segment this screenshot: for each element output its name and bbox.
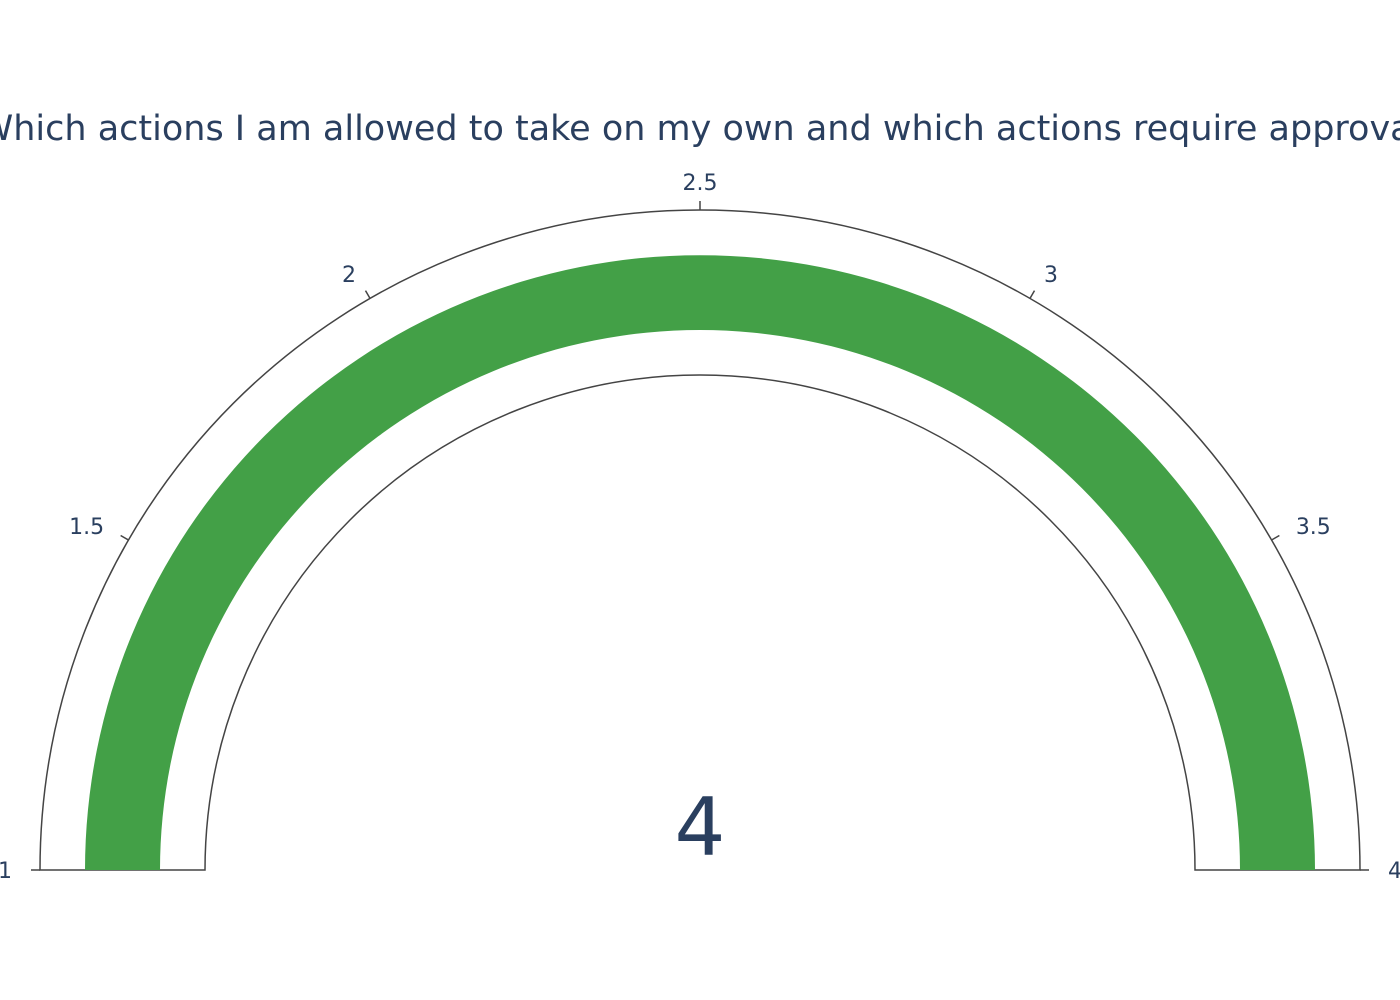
gauge-tick-label: 1 [0, 859, 12, 884]
gauge-tick-label: 3 [1044, 263, 1058, 288]
gauge-tick-label: 1.5 [69, 515, 104, 540]
gauge-tick-label: 2 [342, 263, 356, 288]
gauge-value-number: 4 [675, 781, 726, 874]
gauge-tick-label: 3.5 [1296, 515, 1331, 540]
gauge-tick-mark [364, 290, 371, 299]
gauge-tick-mark [1029, 290, 1036, 299]
gauge-tick-label: 2.5 [683, 171, 718, 196]
gauge-tick-mark [120, 534, 129, 541]
gauge-tick-label: 4 [1388, 859, 1400, 884]
gauge-tick-mark [1271, 534, 1280, 541]
gauge-chart: Which actions I am allowed to take on my… [0, 0, 1400, 1000]
gauge-value-bar [85, 255, 1315, 871]
gauge-svg: 1 1.5 2 2.5 3 3.5 4 4 [0, 171, 1400, 884]
